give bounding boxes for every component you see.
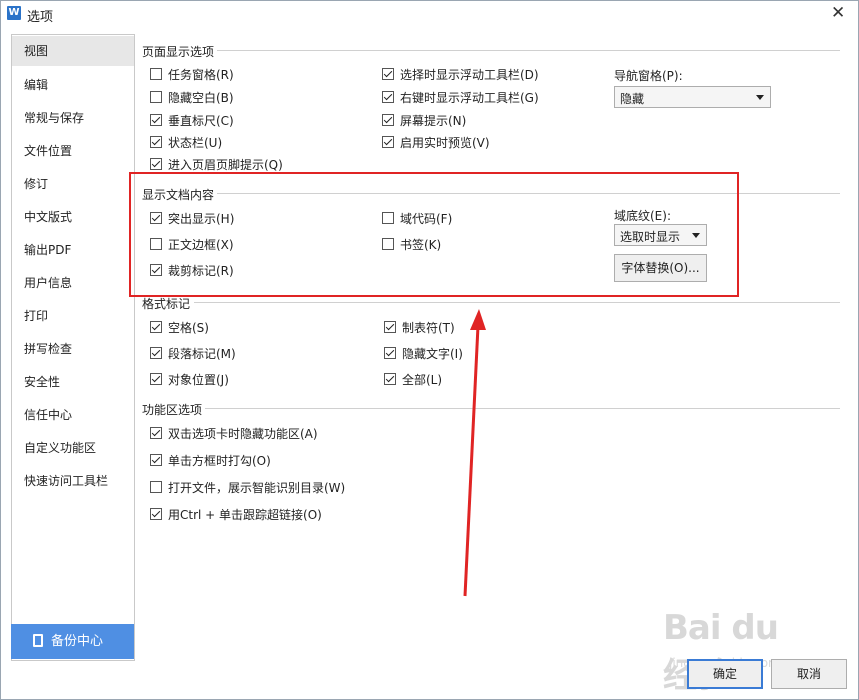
section-page-display: 页面显示选项: [142, 43, 840, 64]
checkbox[interactable]: [384, 321, 396, 333]
chevron-down-icon: [756, 95, 764, 100]
option-label: 选择时显示浮动工具栏(D): [400, 68, 539, 82]
wps-writer-icon: W: [7, 6, 21, 20]
sidebar-item-view[interactable]: 视图: [12, 36, 134, 66]
backup-icon: [33, 634, 43, 647]
option-label: 全部(L): [402, 373, 443, 387]
checkbox[interactable]: [150, 136, 162, 148]
sidebar-item-trust-center[interactable]: 信任中心: [12, 400, 134, 430]
option-label: 空格(S): [168, 321, 209, 335]
sidebar-item-security[interactable]: 安全性: [12, 367, 134, 397]
checkbox[interactable]: [150, 91, 162, 103]
checkbox[interactable]: [150, 508, 162, 520]
sidebar-item-revision[interactable]: 修订: [12, 169, 134, 199]
close-icon[interactable]: ✕: [831, 3, 845, 23]
sidebar-item-general-save[interactable]: 常规与保存: [12, 103, 134, 133]
sidebar-item-spell-check[interactable]: 拼写检查: [12, 334, 134, 364]
checkbox[interactable]: [150, 427, 162, 439]
checkbox[interactable]: [150, 454, 162, 466]
checkbox[interactable]: [150, 321, 162, 333]
annotation-arrow-icon: [463, 309, 486, 597]
sidebar-item-file-location[interactable]: 文件位置: [12, 136, 134, 166]
highlight-annotation-box: [129, 172, 739, 297]
ok-button[interactable]: 确定: [687, 659, 763, 689]
option-label: 任务窗格(R): [168, 68, 234, 82]
checkbox[interactable]: [382, 68, 394, 80]
checkbox[interactable]: [150, 347, 162, 359]
sidebar-item-customize-ribbon[interactable]: 自定义功能区: [12, 433, 134, 463]
option-label: 双击选项卡时隐藏功能区(A): [168, 427, 318, 441]
option-label: 进入页眉页脚提示(Q): [168, 158, 283, 172]
nav-pane-value: 隐藏: [620, 92, 645, 106]
option-label: 段落标记(M): [168, 347, 236, 361]
option-label: 屏幕提示(N): [400, 114, 467, 128]
option-label: 打开文件，展示智能识别目录(W): [168, 481, 346, 495]
option-label: 启用实时预览(V): [400, 136, 490, 150]
section-divider: [217, 50, 840, 51]
checkbox[interactable]: [382, 136, 394, 148]
option-label: 对象位置(J): [168, 373, 229, 387]
section-divider: [194, 302, 840, 303]
checkbox[interactable]: [150, 158, 162, 170]
sidebar-item-chinese-layout[interactable]: 中文版式: [12, 202, 134, 232]
sidebar-item-export-pdf[interactable]: 输出PDF: [12, 235, 134, 265]
backup-center-label: 备份中心: [51, 634, 104, 649]
category-sidebar: 视图 编辑 常规与保存 文件位置 修订 中文版式 输出PDF 用户信息 打印 拼…: [11, 34, 135, 661]
section-title: 格式标记: [142, 295, 194, 312]
option-label: 用Ctrl + 单击跟踪超链接(O): [168, 508, 322, 522]
checkbox[interactable]: [384, 373, 396, 385]
sidebar-item-quick-access-toolbar[interactable]: 快速访问工具栏: [12, 466, 134, 496]
option-label: 单击方框时打勾(O): [168, 454, 271, 468]
option-label: 状态栏(U): [168, 136, 223, 150]
options-dialog: W 选项 ✕ 视图 编辑 常规与保存 文件位置 修订 中文版式 输出PDF 用户…: [0, 0, 859, 700]
nav-pane-label: 导航窗格(P):: [614, 69, 683, 83]
checkbox[interactable]: [384, 347, 396, 359]
window-title: 选项: [27, 10, 54, 25]
checkbox[interactable]: [382, 114, 394, 126]
checkbox[interactable]: [150, 68, 162, 80]
checkbox[interactable]: [150, 114, 162, 126]
sidebar-item-print[interactable]: 打印: [12, 301, 134, 331]
option-label: 垂直标尺(C): [168, 114, 234, 128]
section-divider: [205, 408, 840, 409]
cancel-button[interactable]: 取消: [771, 659, 847, 689]
sidebar-item-user-info[interactable]: 用户信息: [12, 268, 134, 298]
checkbox[interactable]: [150, 373, 162, 385]
option-label: 右键时显示浮动工具栏(G): [400, 91, 539, 105]
title-bar: W 选项 ✕: [1, 1, 858, 27]
checkbox[interactable]: [382, 91, 394, 103]
nav-pane-select[interactable]: 隐藏: [614, 86, 771, 108]
option-label: 隐藏空白(B): [168, 91, 234, 105]
backup-center-button[interactable]: 备份中心: [11, 624, 134, 659]
checkbox[interactable]: [150, 481, 162, 493]
sidebar-item-edit[interactable]: 编辑: [12, 70, 134, 100]
section-title: 页面显示选项: [142, 43, 218, 60]
section-title: 功能区选项: [142, 401, 206, 418]
